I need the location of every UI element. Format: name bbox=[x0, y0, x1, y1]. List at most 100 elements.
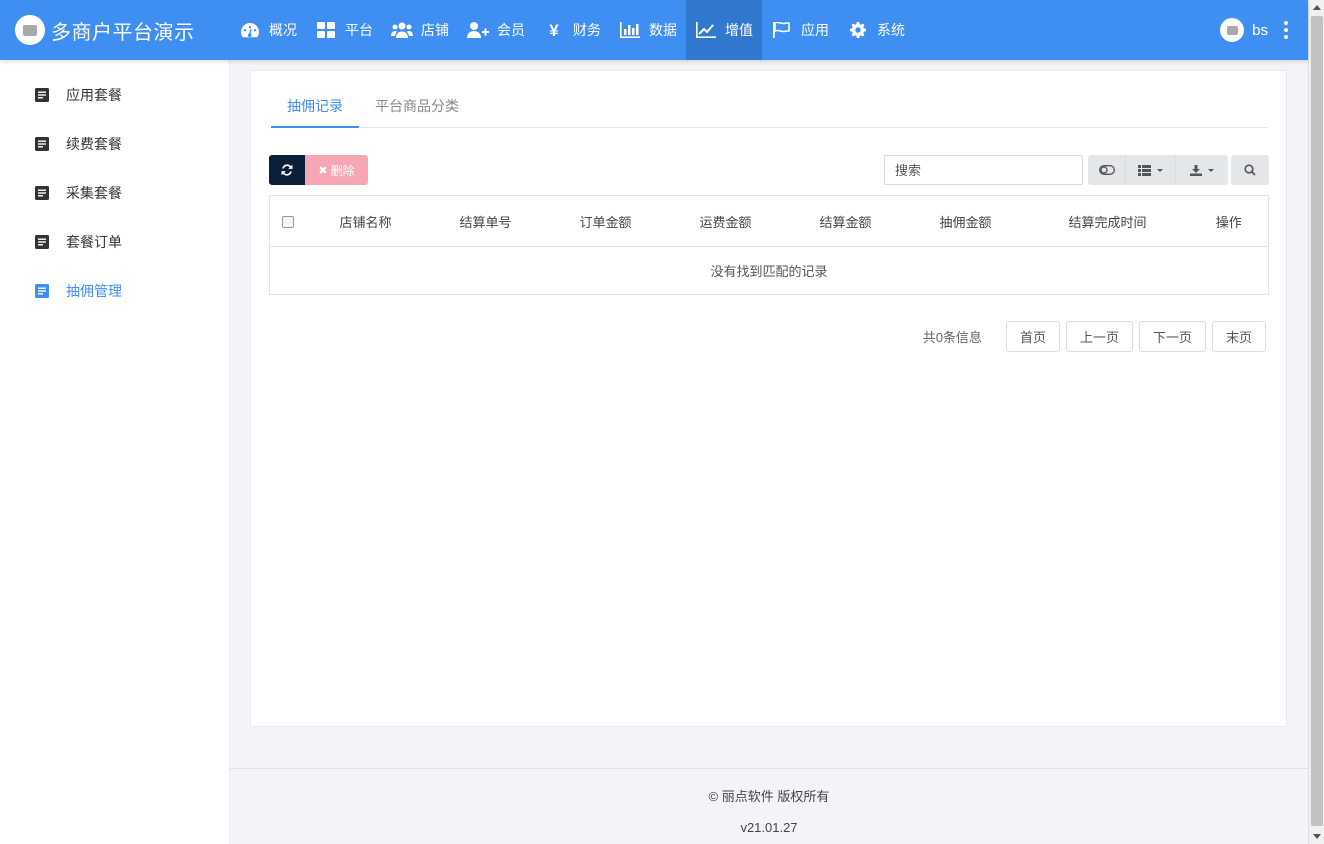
nav-label: 数据 bbox=[649, 22, 677, 38]
sidebar-item-label: 应用套餐 bbox=[66, 86, 122, 103]
nav-label: 概况 bbox=[269, 22, 297, 38]
nav-label: 财务 bbox=[573, 22, 601, 38]
scrollbar-thumb[interactable] bbox=[1311, 16, 1323, 826]
nav-item-members[interactable]: 会员 bbox=[458, 0, 534, 60]
search-button[interactable] bbox=[1231, 155, 1269, 185]
select-all-cell bbox=[269, 195, 306, 247]
avatar[interactable] bbox=[1220, 18, 1245, 42]
chevron-down-icon bbox=[1208, 168, 1214, 172]
search-input[interactable] bbox=[884, 155, 1083, 185]
content-panel: 抽佣记录 平台商品分类 ✖ 删除 店铺名称 结算单号 订单金额 bbox=[250, 70, 1287, 727]
nav-label: 会员 bbox=[497, 22, 525, 38]
sidebar-item-label: 续费套餐 bbox=[66, 135, 122, 152]
flag-icon bbox=[771, 20, 793, 40]
nav-label: 应用 bbox=[801, 22, 829, 38]
users-icon bbox=[391, 20, 413, 40]
column-header[interactable]: 结算金额 bbox=[785, 195, 906, 247]
brand[interactable]: 多商户平台演示 bbox=[0, 0, 230, 60]
column-header[interactable]: 店铺名称 bbox=[305, 195, 426, 247]
search-icon bbox=[1244, 164, 1256, 176]
app-title: 多商户平台演示 bbox=[51, 21, 195, 44]
nav-label: 系统 bbox=[877, 22, 905, 38]
grid-icon bbox=[315, 20, 337, 40]
nav-label: 增值 bbox=[725, 22, 753, 38]
sidebar-item-label: 采集套餐 bbox=[66, 184, 122, 201]
column-header[interactable]: 抽佣金额 bbox=[905, 195, 1026, 247]
scroll-down-icon[interactable] bbox=[1313, 834, 1321, 839]
refresh-button[interactable] bbox=[269, 155, 305, 185]
document-icon bbox=[35, 87, 49, 102]
export-button[interactable] bbox=[1176, 155, 1228, 185]
column-header[interactable]: 运费金额 bbox=[665, 195, 786, 247]
close-icon: ✖ bbox=[318, 164, 328, 177]
document-icon bbox=[35, 234, 49, 249]
bar-chart-icon bbox=[619, 20, 641, 40]
sidebar-item-collect-packages[interactable]: 采集套餐 bbox=[0, 168, 229, 217]
more-vertical-icon[interactable] bbox=[1284, 21, 1288, 39]
table-tools bbox=[1088, 155, 1228, 185]
last-page-button[interactable]: 末页 bbox=[1211, 321, 1266, 352]
sidebar-item-app-packages[interactable]: 应用套餐 bbox=[0, 70, 229, 119]
sidebar-item-renewal-packages[interactable]: 续费套餐 bbox=[0, 119, 229, 168]
column-header[interactable]: 结算单号 bbox=[425, 195, 546, 247]
list-icon bbox=[1138, 164, 1151, 176]
download-icon bbox=[1190, 164, 1202, 176]
next-page-button[interactable]: 下一页 bbox=[1138, 321, 1206, 352]
tab-commission-records[interactable]: 抽佣记录 bbox=[271, 87, 359, 128]
empty-message: 没有找到匹配的记录 bbox=[710, 264, 828, 279]
first-page-button[interactable]: 首页 bbox=[1005, 321, 1060, 352]
version: v21.01.27 bbox=[740, 820, 798, 835]
yen-icon: ¥ bbox=[549, 20, 559, 40]
nav-item-finance[interactable]: ¥ 财务 bbox=[534, 0, 610, 60]
nav-item-value-added[interactable]: 增值 bbox=[686, 0, 762, 60]
delete-label: 删除 bbox=[330, 163, 355, 178]
nav-label: 平台 bbox=[345, 22, 373, 38]
sidebar: 应用套餐 续费套餐 采集套餐 套餐订单 抽佣管理 bbox=[0, 60, 230, 844]
prev-page-button[interactable]: 上一页 bbox=[1065, 321, 1133, 352]
commission-table: 店铺名称 结算单号 订单金额 运费金额 结算金额 抽佣金额 结算完成时间 操作 … bbox=[269, 195, 1269, 295]
column-header[interactable]: 结算完成时间 bbox=[1025, 195, 1190, 247]
copyright: © 丽点软件 版权所有 bbox=[708, 789, 830, 804]
sidebar-item-label: 套餐订单 bbox=[66, 233, 122, 250]
document-icon bbox=[35, 283, 49, 298]
refresh-icon bbox=[281, 164, 293, 176]
gear-icon bbox=[847, 20, 869, 40]
tab-platform-categories[interactable]: 平台商品分类 bbox=[359, 87, 475, 128]
dashboard-icon bbox=[239, 20, 261, 40]
nav-item-platform[interactable]: 平台 bbox=[306, 0, 382, 60]
nav-item-overview[interactable]: 概况 bbox=[230, 0, 306, 60]
logo-icon bbox=[15, 15, 45, 45]
username[interactable]: bs bbox=[1252, 22, 1268, 39]
nav-item-apps[interactable]: 应用 bbox=[762, 0, 838, 60]
columns-button[interactable] bbox=[1126, 155, 1176, 185]
sidebar-item-package-orders[interactable]: 套餐订单 bbox=[0, 217, 229, 266]
table-row: 没有找到匹配的记录 bbox=[270, 247, 1269, 295]
scroll-up-icon[interactable] bbox=[1313, 5, 1321, 10]
delete-button[interactable]: ✖ 删除 bbox=[305, 155, 368, 185]
select-all-checkbox[interactable] bbox=[281, 216, 294, 229]
document-icon bbox=[35, 185, 49, 200]
sidebar-item-commission-management[interactable]: 抽佣管理 bbox=[0, 266, 229, 315]
nav-label: 店铺 bbox=[421, 22, 449, 38]
nav-item-shops[interactable]: 店铺 bbox=[382, 0, 458, 60]
line-chart-icon bbox=[695, 20, 717, 40]
table-header-row: 店铺名称 结算单号 订单金额 运费金额 结算金额 抽佣金额 结算完成时间 操作 bbox=[269, 195, 1269, 247]
nav-item-data[interactable]: 数据 bbox=[610, 0, 686, 60]
nav-item-system[interactable]: 系统 bbox=[838, 0, 914, 60]
sidebar-item-label: 抽佣管理 bbox=[66, 282, 122, 299]
chevron-down-icon bbox=[1157, 168, 1163, 172]
footer: © 丽点软件 版权所有 v21.01.27 bbox=[230, 768, 1308, 844]
vertical-scrollbar[interactable] bbox=[1308, 0, 1324, 844]
user-plus-icon bbox=[467, 20, 489, 40]
top-navbar: 多商户平台演示 概况 平台 店铺 会员 ¥ 财务 数据 增值 应用 系统 bs bbox=[0, 0, 1308, 60]
pagination: 共0条信息 首页 上一页 下一页 末页 bbox=[923, 321, 1266, 352]
main-nav: 概况 平台 店铺 会员 ¥ 财务 数据 增值 应用 系统 bbox=[230, 0, 914, 60]
column-header[interactable]: 订单金额 bbox=[545, 195, 666, 247]
toggle-icon bbox=[1098, 165, 1115, 175]
user-menu[interactable]: bs bbox=[1220, 0, 1288, 60]
toggle-view-button[interactable] bbox=[1088, 155, 1126, 185]
column-header: 操作 bbox=[1189, 195, 1269, 247]
document-icon bbox=[35, 136, 49, 151]
tab-bar: 抽佣记录 平台商品分类 bbox=[271, 87, 1267, 128]
pagination-info: 共0条信息 bbox=[922, 330, 982, 345]
